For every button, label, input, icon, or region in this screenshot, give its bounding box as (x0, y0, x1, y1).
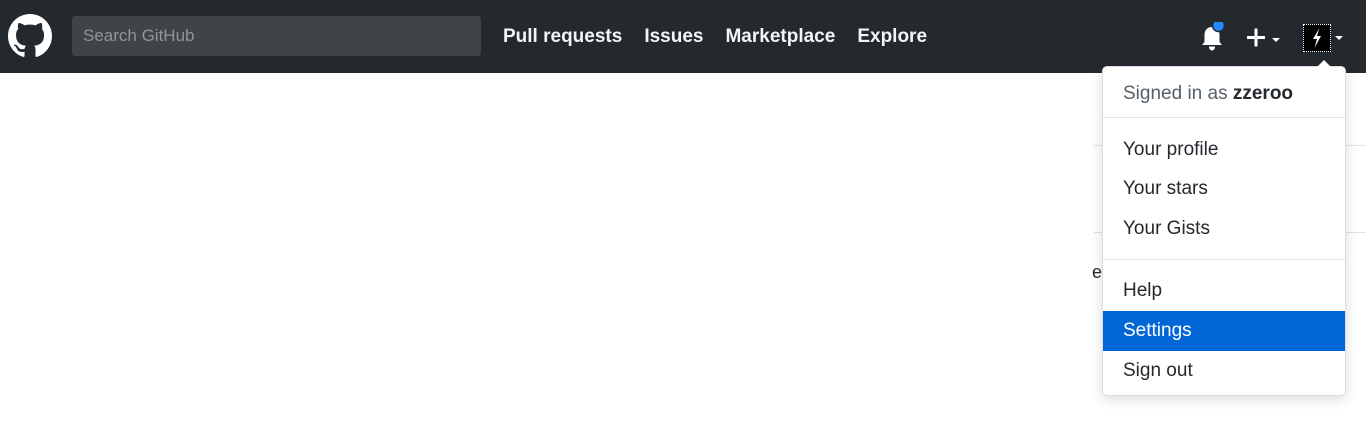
nav-issues[interactable]: Issues (644, 26, 703, 48)
menu-item-your-stars[interactable]: Your stars (1103, 169, 1345, 209)
search-input[interactable] (72, 16, 481, 56)
bell-icon[interactable] (1198, 22, 1226, 52)
dropdown-caret (1316, 60, 1332, 68)
top-nav: Pull requests Issues Marketplace Explore (503, 0, 949, 73)
signed-in-label: Signed in as (1123, 83, 1228, 104)
nav-marketplace[interactable]: Marketplace (725, 26, 835, 48)
menu-item-your-profile[interactable]: Your profile (1103, 130, 1345, 170)
nav-pull-requests[interactable]: Pull requests (503, 26, 622, 48)
github-logo-icon[interactable] (8, 14, 52, 58)
menu-item-your-gists[interactable]: Your Gists (1103, 209, 1345, 249)
menu-item-sign-out[interactable]: Sign out (1103, 351, 1345, 391)
menu-item-settings[interactable]: Settings (1103, 311, 1345, 351)
plus-icon[interactable] (1244, 22, 1288, 52)
avatar (1303, 24, 1331, 52)
user-menu-button[interactable] (1303, 24, 1349, 52)
dropdown-divider (1103, 117, 1345, 118)
username: zzeroo (1232, 83, 1294, 104)
notification-dot (1211, 22, 1226, 33)
chevron-down-icon (1335, 36, 1343, 40)
menu-item-help[interactable]: Help (1103, 271, 1345, 311)
nav-explore[interactable]: Explore (857, 26, 927, 48)
user-dropdown-menu: Signed in as zzeroo Your profile Your st… (1102, 60, 1346, 396)
chevron-down-icon (1272, 38, 1280, 42)
dropdown-divider (1103, 259, 1345, 260)
signed-in-header: Signed in as zzeroo (1123, 82, 1293, 106)
app-header: Pull requests Issues Marketplace Explore (0, 0, 1366, 73)
